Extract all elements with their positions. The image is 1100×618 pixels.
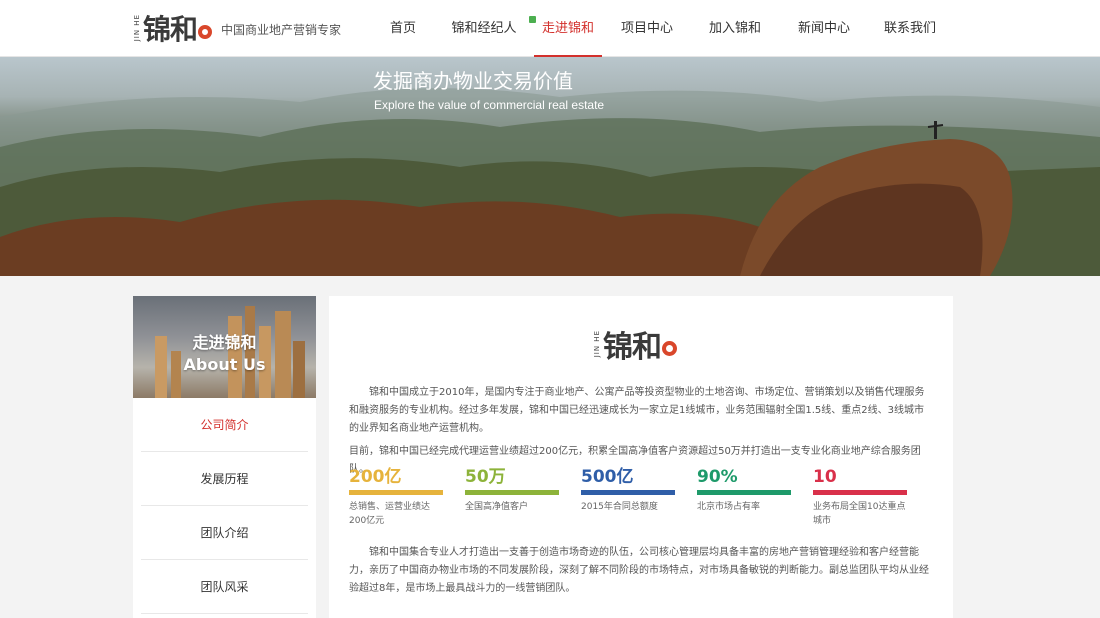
stat-contracts: 500亿 2015年合同总额度 <box>581 466 697 528</box>
logo-text: 锦和 <box>143 13 198 46</box>
stat-clients: 50万 全国高净值客户 <box>465 466 581 528</box>
sidebar-hero-title-cn: 走进锦和 <box>192 333 257 352</box>
stat-bar <box>581 490 675 495</box>
stat-value: 50万 <box>465 467 506 487</box>
stat-value: 90% <box>697 467 738 487</box>
sidebar-item-company-intro[interactable]: 公司简介 <box>141 398 308 452</box>
nav-join[interactable]: 加入锦和 <box>692 0 778 57</box>
nav-about[interactable]: 走进锦和 <box>534 0 602 57</box>
site-logo[interactable]: JIN HE 锦和 <box>133 10 213 46</box>
nav-label: 联系我们 <box>883 21 936 36</box>
stat-label: 北京市场占有率 <box>697 502 761 512</box>
stat-value: 500亿 <box>581 467 634 487</box>
nav-home[interactable]: 首页 <box>372 0 434 57</box>
content-logo: JIN HE 锦和 <box>593 324 677 365</box>
stat-value: 200亿 <box>349 467 402 487</box>
sidebar-hero-image: 走进锦和 About Us <box>133 296 316 398</box>
stat-cities: 10 业务布局全国10达重点城市 <box>813 466 929 528</box>
stat-sales: 200亿 总销售、运营业绩达200亿元 <box>349 466 465 528</box>
stat-label: 2015年合同总额度 <box>581 502 658 512</box>
stat-bar <box>813 490 907 495</box>
nav-label: 项目中心 <box>620 21 673 36</box>
stat-bar <box>465 490 559 495</box>
site-header: JIN HE 锦和 中国商业地产营销专家 首页 锦和经纪人 走进锦和 项目中心 … <box>0 0 1100 57</box>
nav-label: 加入锦和 <box>708 21 761 36</box>
nav-label: 新闻中心 <box>797 21 850 36</box>
stat-bar <box>349 490 443 495</box>
logo-circle-icon <box>198 25 213 39</box>
stat-value: 10 <box>813 467 837 487</box>
sidebar-item-team-gallery[interactable]: 团队风采 <box>141 560 308 614</box>
logo-text: 锦和 <box>603 330 662 365</box>
about-content: JIN HE 锦和 锦和中国成立于2010年，是国内专注于商业地产、公寓产品等投… <box>329 296 953 618</box>
stats-row: 200亿 总销售、运营业绩达200亿元 50万 全国高净值客户 500亿 201… <box>349 466 929 528</box>
logo-circle-icon <box>662 340 677 356</box>
sidebar-menu: 公司简介 发展历程 团队介绍 团队风采 <box>133 398 316 614</box>
nav-broker[interactable]: 锦和经纪人 <box>434 0 536 57</box>
nav-news[interactable]: 新闻中心 <box>778 0 870 57</box>
nav-label: 走进锦和 <box>541 21 594 36</box>
stat-label: 业务布局全国10达重点城市 <box>813 502 906 526</box>
nav-label: 首页 <box>389 21 416 36</box>
stat-label: 总销售、运营业绩达200亿元 <box>349 502 431 526</box>
nav-projects[interactable]: 项目中心 <box>602 0 692 57</box>
sidebar-item-team-intro[interactable]: 团队介绍 <box>141 506 308 560</box>
nav-contact[interactable]: 联系我们 <box>870 0 950 57</box>
stat-label: 全国高净值客户 <box>465 502 529 512</box>
stat-market-share: 90% 北京市场占有率 <box>697 466 813 528</box>
intro-paragraph: 锦和中国成立于2010年，是国内专注于商业地产、公寓产品等投资型物业的土地咨询、… <box>349 387 925 434</box>
logo-vertical-text: JIN HE <box>593 330 601 358</box>
sidebar-item-history[interactable]: 发展历程 <box>141 452 308 506</box>
logo-vertical-text: JIN HE <box>133 14 141 42</box>
hero-banner: 发掘商办物业交易价值 Explore the value of commerci… <box>0 57 1100 276</box>
about-sidebar: 走进锦和 About Us 公司简介 发展历程 团队介绍 团队风采 <box>133 296 316 618</box>
nav-label: 锦和经纪人 <box>451 21 517 36</box>
sidebar-hero-title-en: About Us <box>183 355 266 374</box>
team-paragraph: 锦和中国集合专业人才打造出一支善于创造市场奇迹的队伍，公司核心管理层均具备丰富的… <box>349 547 929 594</box>
banner-title: 发掘商办物业交易价值 <box>373 69 573 93</box>
banner-subtitle: Explore the value of commercial real est… <box>374 98 605 112</box>
sidebar-hero-title: 走进锦和 About Us <box>133 332 316 376</box>
main-nav: 首页 锦和经纪人 走进锦和 项目中心 加入锦和 新闻中心 联系我们 <box>372 0 950 57</box>
site-tagline: 中国商业地产营销专家 <box>221 23 342 37</box>
stat-bar <box>697 490 791 495</box>
